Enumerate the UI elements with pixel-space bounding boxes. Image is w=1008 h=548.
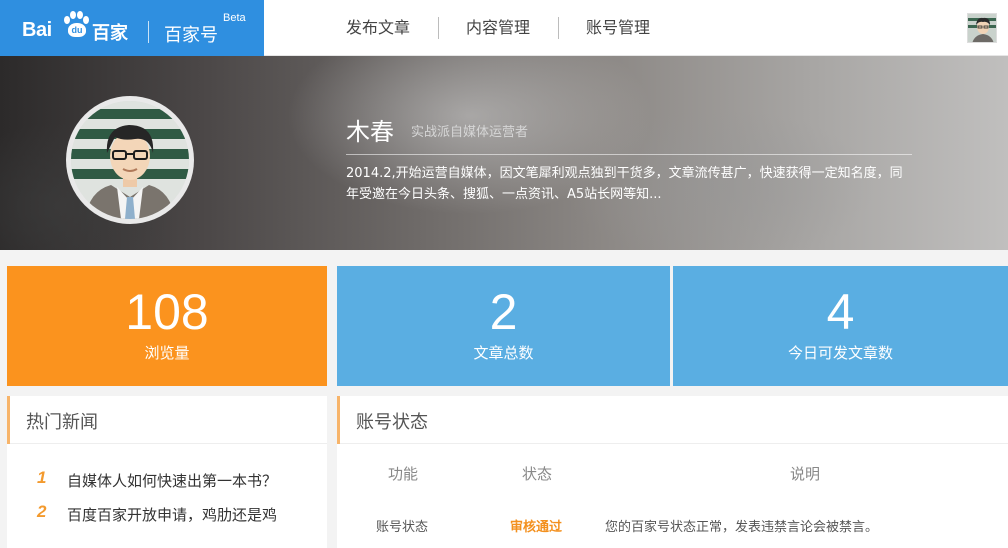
stat-today-quota-value: 4 bbox=[826, 284, 855, 340]
profile-avatar bbox=[66, 96, 194, 224]
news-title[interactable]: 自媒体人如何快速出第一本书？ bbox=[67, 470, 277, 491]
profile-banner: 木春 实战派自媒体运营者 2014.2,开始运营自媒体，因文笔犀利观点独到干货多… bbox=[0, 56, 1008, 250]
profile-tagline: 实战派自媒体运营者 bbox=[411, 125, 529, 140]
account-status-panel: 账号状态 功能 状态 说明 账号状态 审核通过 您的百家号状态正常，发表违禁言论… bbox=[337, 396, 1008, 548]
stat-today-quota-label: 今日可发文章数 bbox=[787, 344, 893, 362]
status-row-description: 您的百家号状态正常，发表违禁言论会被禁言。 bbox=[605, 520, 879, 535]
profile-divider bbox=[346, 154, 912, 155]
hot-news-list: 1 自媒体人如何快速出第一本书？ 2 百度百家开放申请，鸡肋还是鸡 bbox=[7, 468, 327, 536]
stat-page-views-value: 108 bbox=[125, 284, 209, 340]
account-status-title: 账号状态 bbox=[356, 412, 428, 433]
hot-news-header: 热门新闻 bbox=[7, 396, 327, 444]
top-bar: Bai du 百家 百家号 Beta 发布文章 内容管理 账号管理 bbox=[0, 0, 1008, 60]
nav-publish-article[interactable]: 发布文章 bbox=[318, 17, 438, 39]
profile-name: 木春 bbox=[346, 118, 394, 146]
logo-baijia-text: 百家 bbox=[92, 23, 128, 44]
profile-bio: 2014.2,开始运营自媒体，因文笔犀利观点独到干货多，文章流传甚广，快速获得一… bbox=[346, 166, 903, 202]
news-rank: 2 bbox=[37, 502, 47, 521]
user-avatar[interactable] bbox=[967, 13, 997, 43]
hot-news-panel: 热门新闻 1 自媒体人如何快速出第一本书？ 2 百度百家开放申请，鸡肋还是鸡 bbox=[7, 396, 327, 548]
stat-page-views-label: 浏览量 bbox=[144, 344, 190, 362]
news-rank: 1 bbox=[37, 468, 47, 487]
nav-account-management[interactable]: 账号管理 bbox=[558, 17, 678, 39]
hot-news-title: 热门新闻 bbox=[26, 412, 98, 433]
baidu-paw-icon: du bbox=[62, 11, 90, 41]
baidu-baijiahao-logo[interactable]: Bai du 百家 百家号 Beta bbox=[0, 0, 264, 60]
stat-total-articles-label: 文章总数 bbox=[473, 344, 534, 362]
stat-total-articles[interactable]: 2 文章总数 bbox=[337, 266, 670, 386]
logo-du-text: du bbox=[68, 23, 86, 37]
news-item[interactable]: 2 百度百家开放申请，鸡肋还是鸡 bbox=[7, 502, 327, 536]
column-header-status: 状态 bbox=[522, 465, 553, 483]
beta-badge: Beta bbox=[223, 12, 246, 24]
stat-today-quota[interactable]: 4 今日可发文章数 bbox=[673, 266, 1008, 386]
status-row-function: 账号状态 bbox=[376, 520, 429, 535]
column-header-function: 功能 bbox=[388, 465, 419, 483]
news-title[interactable]: 百度百家开放申请，鸡肋还是鸡 bbox=[67, 504, 277, 525]
column-header-description: 说明 bbox=[790, 465, 821, 483]
news-item[interactable]: 1 自媒体人如何快速出第一本书？ bbox=[7, 468, 327, 502]
stat-total-articles-value: 2 bbox=[489, 284, 518, 340]
account-status-header: 账号状态 bbox=[337, 396, 1008, 444]
status-badge: 审核通过 bbox=[510, 520, 563, 535]
logo-bai-text: Bai bbox=[22, 19, 52, 41]
main-nav: 发布文章 内容管理 账号管理 bbox=[318, 0, 678, 56]
stat-page-views[interactable]: 108 浏览量 bbox=[7, 266, 327, 386]
product-name: 百家号 bbox=[164, 25, 218, 46]
nav-content-management[interactable]: 内容管理 bbox=[438, 17, 558, 39]
logo-divider bbox=[148, 21, 149, 43]
